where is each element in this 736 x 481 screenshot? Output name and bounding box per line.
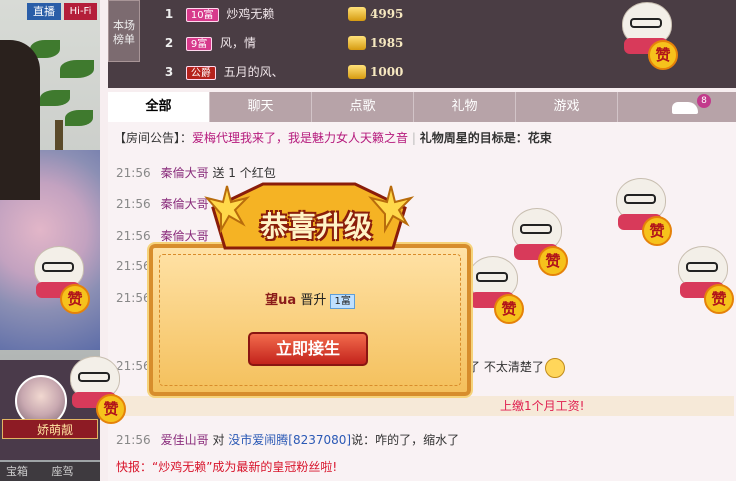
tab-all[interactable]: 全部 (108, 92, 210, 122)
chat-target-user[interactable]: 没市爱闹腾[8237080] (228, 433, 351, 447)
chat-time: 21:56 (116, 433, 151, 447)
ranking-row[interactable]: 2 9富 风，情 (160, 29, 256, 57)
chat-time: 21:56 (116, 197, 151, 211)
praise-dog-sticker: 赞 (612, 178, 674, 248)
accept-button[interactable]: 立即接生 (248, 332, 368, 366)
ranking-title[interactable]: 本场榜单 (108, 0, 140, 62)
tab-games[interactable]: 游戏 (516, 92, 618, 122)
praise-dog-sticker: 赞 (30, 246, 92, 316)
express-news: 快报：“炒鸡无赖”成为最新的皇冠粉丝啦! (116, 460, 338, 474)
room-notice: 【房间公告】：爱梅代理我来了，我是魅力女人天籁之音 | 礼物周星的目标是：花束 (114, 128, 734, 148)
dialog-username: 望ua (265, 293, 297, 308)
chat-username[interactable]: 秦倫大哥 (161, 197, 209, 211)
system-banner: 上缴1个月工资! (114, 396, 734, 416)
rank-username[interactable]: 五月的风、 (224, 65, 284, 79)
level-up-dialog[interactable] (149, 244, 471, 396)
praise-dog-sticker: 赞 (66, 356, 128, 426)
plant-leaf (60, 60, 94, 78)
level-badge: 公爵 (185, 65, 216, 80)
coin-icon (348, 36, 366, 50)
chat-verb: 说： (351, 433, 376, 447)
streamer-hair (0, 40, 40, 200)
chat-username[interactable]: 秦倫大哥 (161, 166, 209, 180)
live-badge[interactable]: 直播 (27, 3, 61, 20)
rank-username[interactable]: 风，情 (220, 36, 256, 50)
praise-dog-sticker: 赞 (464, 256, 526, 326)
chat-time: 21:56 (116, 166, 151, 180)
praise-medal-icon: 赞 (96, 394, 126, 424)
banner-text: 上缴1个月工资! (500, 399, 585, 413)
notice-label: 【房间公告】： (114, 131, 193, 145)
coin-icon (348, 65, 366, 79)
rank-number: 2 (164, 36, 174, 50)
praise-medal-icon: 赞 (494, 294, 524, 324)
notice-separator: | (411, 131, 416, 145)
chat-line[interactable]: 21:56 爱佳山哥 对 没市爱闹腾[8237080]说：咋的了，缩水了 (116, 431, 459, 448)
dialog-action: 晋升 (300, 293, 327, 308)
rank-username[interactable]: 炒鸡无赖 (226, 7, 274, 21)
gift-goal: 礼物周星的目标是：花束 (419, 131, 552, 145)
praise-dog-sticker: 赞 (674, 246, 736, 316)
praise-medal-icon: 赞 (704, 284, 734, 314)
level-badge: 9富 (185, 36, 213, 51)
coin-icon (348, 7, 366, 21)
ranking-row[interactable]: 3 公爵 五月的风、 (160, 58, 284, 86)
mount-button[interactable]: 座驾 (52, 465, 74, 478)
chat-line[interactable]: 21:56 秦倫大哥 (116, 195, 209, 212)
praise-medal-icon: 赞 (648, 40, 678, 70)
car-icon[interactable] (672, 102, 698, 114)
plant-leaf (40, 90, 70, 106)
dialog-message: 望ua 晋升 1富 (150, 289, 470, 309)
level-badge: 10富 (185, 7, 219, 22)
notice-text: 爱梅代理我来了，我是魅力女人天籁之音 (192, 131, 409, 145)
chat-time: 21:56 (116, 229, 151, 243)
chat-username[interactable]: 秦倫大哥 (161, 229, 209, 243)
rank-number: 1 (164, 7, 174, 21)
chat-connector: 对 (212, 433, 225, 447)
dialog-frame (159, 254, 461, 386)
plant-leaf (65, 110, 93, 126)
hifi-badge[interactable]: Hi-Fi (64, 3, 97, 20)
coin-value: 1985 (370, 36, 404, 50)
tab-chat[interactable]: 聊天 (210, 92, 312, 122)
chat-time: 21:56 (116, 259, 151, 273)
ranking-row[interactable]: 1 10富 炒鸡无赖 (160, 0, 274, 28)
praise-medal-icon: 赞 (538, 246, 568, 276)
tab-gifts[interactable]: 礼物 (414, 92, 516, 122)
coin-value: 1000 (370, 65, 404, 79)
dialog-title: 恭喜升级 (259, 210, 372, 243)
bottom-toolbar: 宝箱 座驾 (0, 462, 100, 481)
praise-dog-sticker: 赞 (618, 2, 680, 72)
treasure-box-button[interactable]: 宝箱 (6, 465, 28, 478)
tab-songs[interactable]: 点歌 (312, 92, 414, 122)
chat-line[interactable]: 21:56 秦倫大哥 (116, 227, 209, 244)
chat-text: 了 不太清楚了 (468, 360, 544, 374)
chat-username[interactable]: 爱佳山哥 (161, 433, 209, 447)
notification-badge: 8 (697, 94, 711, 108)
praise-medal-icon: 赞 (60, 284, 90, 314)
chat-time: 21:56 (116, 291, 151, 305)
smile-emoji-icon (545, 358, 565, 378)
level-badge: 1富 (330, 294, 355, 309)
praise-medal-icon: 赞 (642, 216, 672, 246)
chat-tabs: 全部 聊天 点歌 礼物 游戏 (108, 92, 736, 122)
rank-number: 3 (164, 65, 174, 79)
coin-value: 4995 (370, 7, 404, 21)
chat-text: 咋的了，缩水了 (375, 433, 460, 447)
